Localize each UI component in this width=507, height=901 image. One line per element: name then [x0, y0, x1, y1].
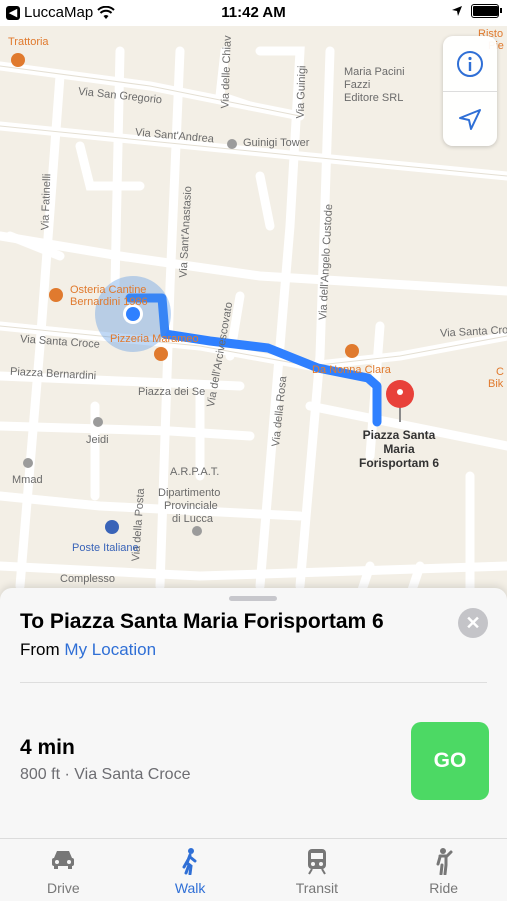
poi-label-fazzi[interactable]: Fazzi	[344, 79, 370, 91]
poi-label-complesso: Complesso	[60, 573, 116, 585]
info-button[interactable]	[443, 36, 497, 91]
origin-link[interactable]: My Location	[64, 640, 156, 659]
poi-label-provinciale: Provinciale	[164, 500, 218, 512]
tab-label: Ride	[429, 880, 459, 896]
location-services-icon	[452, 6, 462, 16]
divider	[20, 682, 487, 683]
poi-label-pizzeria-marameo[interactable]: Pizzeria Marameo	[110, 333, 199, 345]
poi-label-mmad[interactable]: Mmad	[12, 474, 43, 486]
poi-label-osteria[interactable]: Osteria Cantine	[70, 284, 146, 296]
tab-ride[interactable]: Ride	[380, 839, 507, 901]
poi-label-arpat[interactable]: A.R.P.A.T.	[170, 466, 219, 478]
info-icon	[457, 50, 483, 77]
street-label: Piazza dei Se	[138, 386, 206, 398]
status-time: 11:42 AM	[221, 4, 286, 21]
from-label: From	[20, 640, 60, 659]
route-duration: 4 min	[20, 736, 75, 759]
tab-label: Transit	[295, 880, 339, 896]
street-label: Via delle Chiav	[219, 35, 234, 109]
poi-label-dipartimento: Dipartimento	[158, 487, 221, 499]
poi-label-c: C	[496, 366, 504, 378]
map-roads	[0, 46, 507, 596]
map-controls	[443, 36, 497, 146]
walk-icon	[182, 848, 197, 875]
poi-label-di-lucca: di Lucca	[172, 513, 213, 525]
destination-title: To Piazza Santa Maria Forisportam 6	[20, 610, 384, 633]
destination-label-line: Maria	[383, 442, 415, 456]
poi-label-poste-italiane[interactable]: Poste Italiane	[72, 542, 139, 554]
status-bar: ◀ LuccaMap 11:42 AM	[0, 0, 507, 26]
poi-label-jeidi[interactable]: Jeidi	[86, 434, 109, 446]
battery-icon	[471, 4, 502, 18]
close-icon: ✕	[465, 613, 481, 633]
from-row: From My Location	[20, 640, 156, 660]
sheet-grabber[interactable]	[229, 596, 277, 601]
location-arrow-icon	[459, 108, 481, 130]
tab-drive[interactable]: Drive	[0, 839, 127, 901]
destination-label[interactable]: Piazza Santa Maria Forisportam 6	[340, 428, 458, 470]
transport-tab-bar: Drive Walk Transit Ride	[0, 838, 507, 901]
track-location-button[interactable]	[443, 91, 497, 147]
tab-walk[interactable]: Walk	[127, 839, 254, 901]
tab-transit[interactable]: Transit	[254, 839, 381, 901]
go-button[interactable]: GO	[411, 722, 489, 800]
tab-label: Drive	[47, 880, 80, 896]
tab-label: Walk	[174, 880, 206, 896]
poi-label-da-nonna-clara[interactable]: Da Nonna Clara	[312, 364, 391, 376]
street-label: Via Fatinelli	[39, 173, 54, 231]
poi-label-osteria-line2[interactable]: Bernardini 1986	[70, 296, 148, 308]
destination-label-line: Forisportam 6	[358, 456, 439, 470]
close-button[interactable]: ✕	[458, 608, 488, 638]
street-label: Via Guinigi	[294, 65, 309, 119]
poi-label-guinigi-tower[interactable]: Guinigi Tower	[243, 137, 309, 149]
train-icon	[307, 849, 326, 875]
map-view[interactable]: Trattoria Via San Gregorio Via Sant'Andr…	[0, 26, 507, 596]
map-label-trattoria[interactable]: Trattoria	[8, 36, 49, 48]
car-icon	[52, 851, 75, 869]
route-detail: 800 ft · Via Santa Croce	[20, 766, 191, 783]
poi-label-bik[interactable]: Bik	[488, 378, 503, 390]
ride-icon	[436, 848, 453, 875]
destination-label-line: Piazza Santa	[362, 428, 436, 442]
poi-label-maria-pacini[interactable]: Maria Pacini	[344, 66, 405, 78]
poi-label-editore[interactable]: Editore SRL	[344, 92, 403, 104]
